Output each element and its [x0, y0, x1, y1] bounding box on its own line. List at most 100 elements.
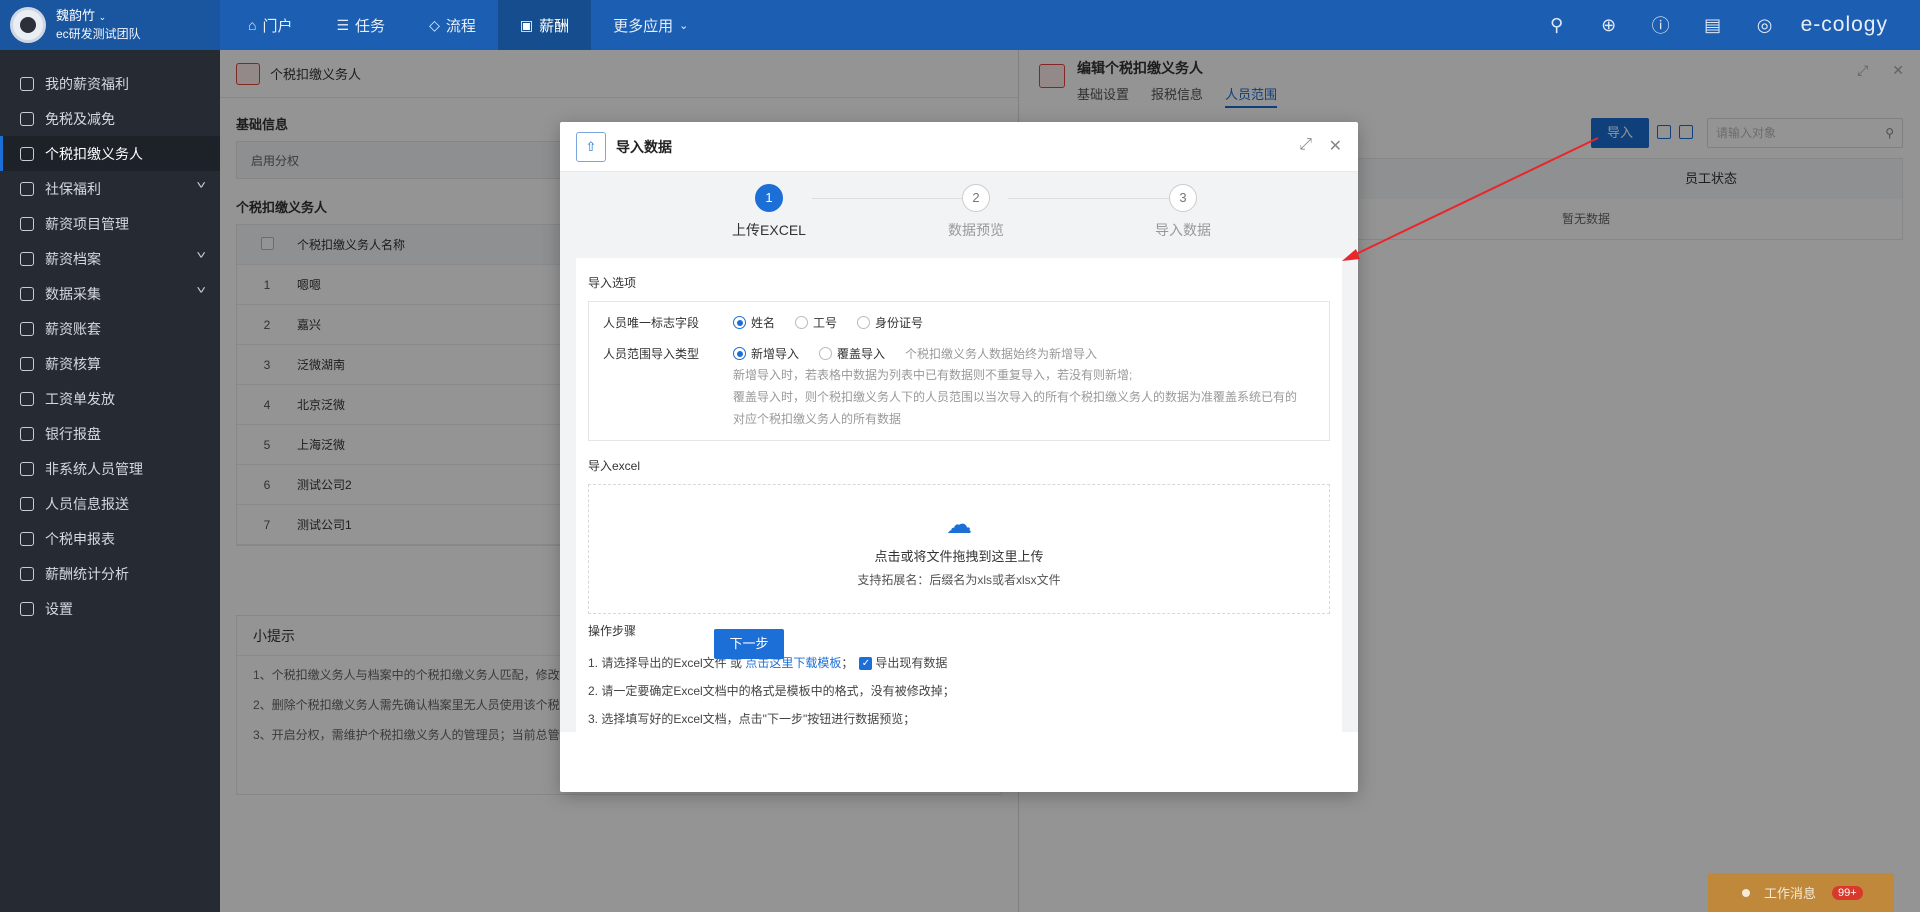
user-menu[interactable]: 魏韵竹 ⌄ ec研发测试团队 — [0, 0, 220, 50]
menu-item-icon — [20, 181, 34, 196]
cloud-upload-icon: ⇧ — [576, 131, 606, 162]
dialog-title: 导入数据 — [616, 138, 672, 155]
message-badge: 99+ — [1832, 885, 1863, 900]
menu-item-icon — [20, 496, 34, 511]
sidebar-item[interactable]: 薪资档案 ˅ — [0, 241, 220, 276]
help-icon[interactable]: ⓘ — [1635, 12, 1687, 38]
step-separator: ； — [841, 656, 854, 670]
sidebar-item[interactable]: 我的薪资福利 — [0, 66, 220, 101]
radio-id-card[interactable]: 身份证号 — [857, 314, 923, 331]
next-step-button[interactable]: 下一步 — [714, 629, 784, 659]
dialog-content: 导入选项 人员唯一标志字段 姓名 工号 身份证号 人员范围导入类型 新增导入 覆… — [576, 258, 1342, 732]
unique-field-label: 人员唯一标志字段 — [603, 316, 700, 330]
sidebar-item-label: 社保福利 — [45, 180, 101, 197]
chevron-down-icon[interactable]: ˅ — [196, 180, 206, 192]
work-message-bar[interactable]: 工作消息 99+ — [1708, 873, 1894, 912]
menu-item-icon — [20, 251, 34, 266]
menu-item-icon — [20, 76, 34, 91]
money-icon: ▣ — [519, 16, 534, 33]
message-icon — [1742, 888, 1750, 897]
sidebar-item-label: 个税扣缴义务人 — [45, 145, 143, 162]
menu-item-icon — [20, 111, 34, 126]
sidebar-item-label: 免税及减免 — [45, 110, 115, 127]
nav-label: 任务 — [355, 17, 386, 35]
sidebar-item-label: 薪酬统计分析 — [45, 565, 129, 582]
step-number: 2 — [962, 184, 990, 212]
chevron-down-icon[interactable]: ˅ — [196, 285, 206, 297]
import-type-hint: 个税扣缴义务人数据始终为新增导入 — [905, 347, 1098, 361]
step-2: 2 数据预览 — [916, 184, 1036, 240]
notice-label: 工作消息 — [1764, 886, 1817, 901]
radio-employee-id[interactable]: 工号 — [795, 314, 837, 331]
sidebar-item[interactable]: 工资单发放 — [0, 381, 220, 416]
description-3: 对应个税扣缴义务人的所有数据 — [733, 412, 902, 426]
upload-dropzone[interactable]: ☁ 点击或将文件拖拽到这里上传 支持拓展名：后缀名为xls或者xlsx文件 — [588, 484, 1330, 614]
search-icon[interactable]: ⚲ — [1531, 15, 1583, 36]
radio-add-import[interactable]: 新增导入 — [733, 345, 799, 362]
sidebar: 我的薪资福利 免税及减免 个税扣缴义务人 社保福利 ˅ 薪资项目管理 薪资档案 ˅ 数据采集 ˅ 薪… — [0, 50, 220, 912]
sidebar-item[interactable]: 设置 — [0, 591, 220, 626]
radio-label: 姓名 — [751, 316, 776, 330]
description-1: 新增导入时，若表格中数据为列表中已有数据则不重复导入，若没有则新增; — [733, 368, 1133, 382]
nav-more-apps[interactable]: 更多应用 ⌄ — [591, 0, 710, 50]
sidebar-item[interactable]: 薪资项目管理 — [0, 206, 220, 241]
nav-portal[interactable]: ⌂ 门户 — [226, 0, 314, 50]
chevron-down-icon[interactable]: ˅ — [196, 250, 206, 262]
checkbox-label: 导出现有数据 — [875, 656, 948, 670]
avatar[interactable] — [10, 7, 46, 43]
radio-name[interactable]: 姓名 — [733, 314, 775, 331]
nav-tasks[interactable]: ☰ 任务 — [314, 0, 407, 50]
sidebar-item[interactable]: 薪资账套 — [0, 311, 220, 346]
sidebar-item[interactable]: 社保福利 ˅ — [0, 171, 220, 206]
nav-workflow[interactable]: ◇ 流程 — [407, 0, 498, 50]
user-team: ec研发测试团队 — [56, 27, 141, 41]
nav-salary[interactable]: ▣ 薪酬 — [497, 0, 592, 50]
sidebar-item-label: 薪资档案 — [45, 250, 101, 267]
globe-icon[interactable]: ◎ — [1739, 15, 1791, 36]
import-data-dialog: ⇧ 导入数据 ⤢ ✕ 1 上传EXCEL 2 数据预览 3 导入数据 导入选项 人员唯… — [560, 122, 1358, 792]
radio-label: 覆盖导入 — [837, 347, 886, 361]
sidebar-item-label: 设置 — [45, 600, 73, 617]
nav-label: 门户 — [262, 17, 293, 35]
home-icon: ⌂ — [248, 17, 257, 33]
close-icon[interactable]: ✕ — [1329, 136, 1342, 156]
sidebar-item-label: 薪资项目管理 — [45, 215, 129, 232]
sidebar-item[interactable]: 薪酬统计分析 — [0, 556, 220, 591]
sidebar-item[interactable]: 数据采集 ˅ — [0, 276, 220, 311]
operation-step-3: 3. 选择填写好的Excel文档，点击"下一步"按钮进行数据预览； — [588, 712, 916, 726]
radio-label: 身份证号 — [875, 316, 924, 330]
operation-steps-title: 操作步骤 — [588, 624, 637, 638]
menu-item-icon — [20, 216, 34, 231]
sidebar-item[interactable]: 薪资核算 — [0, 346, 220, 381]
radio-label: 工号 — [813, 316, 838, 330]
step-label: 导入数据 — [1155, 222, 1211, 238]
export-existing-checkbox[interactable]: ✓ — [859, 657, 873, 671]
menu-item-icon — [20, 146, 34, 161]
sidebar-item[interactable]: 个税扣缴义务人 — [0, 136, 220, 171]
sidebar-item[interactable]: 免税及减免 — [0, 101, 220, 136]
steps-indicator: 1 上传EXCEL 2 数据预览 3 导入数据 — [560, 184, 1358, 254]
sidebar-item-label: 薪资核算 — [45, 355, 101, 372]
sidebar-item[interactable]: 人员信息报送 — [0, 486, 220, 521]
nav-label: 薪酬 — [539, 17, 570, 35]
menu-item-icon — [20, 566, 34, 581]
step-label: 上传EXCEL — [732, 222, 806, 238]
sidebar-item[interactable]: 非系统人员管理 — [0, 451, 220, 486]
options-title: 导入选项 — [588, 276, 637, 290]
step-3: 3 导入数据 — [1123, 184, 1243, 240]
radio-overwrite-import[interactable]: 覆盖导入 — [819, 345, 885, 362]
expand-icon[interactable]: ⤢ — [1299, 136, 1312, 154]
upload-main-text: 点击或将文件拖拽到这里上传 — [874, 549, 1044, 564]
menu-item-icon — [20, 426, 34, 441]
top-bar: 魏韵竹 ⌄ ec研发测试团队 ⌂ 门户 ☰ 任务 ◇ 流程 ▣ 薪酬 更多应用 ⌄ ⚲ ⊕… — [0, 0, 1920, 50]
sidebar-item-label: 银行报盘 — [45, 425, 101, 442]
document-icon[interactable]: ▤ — [1687, 15, 1739, 36]
user-name: 魏韵竹 — [56, 8, 96, 23]
sidebar-item[interactable]: 银行报盘 — [0, 416, 220, 451]
add-icon[interactable]: ⊕ — [1583, 15, 1635, 36]
sidebar-item[interactable]: 个税申报表 — [0, 521, 220, 556]
sidebar-item-label: 工资单发放 — [45, 390, 115, 407]
top-icons: ⚲ ⊕ ⓘ ▤ ◎ e-cology — [1531, 0, 1920, 50]
menu-item-icon — [20, 321, 34, 336]
sidebar-item-label: 人员信息报送 — [45, 495, 129, 512]
